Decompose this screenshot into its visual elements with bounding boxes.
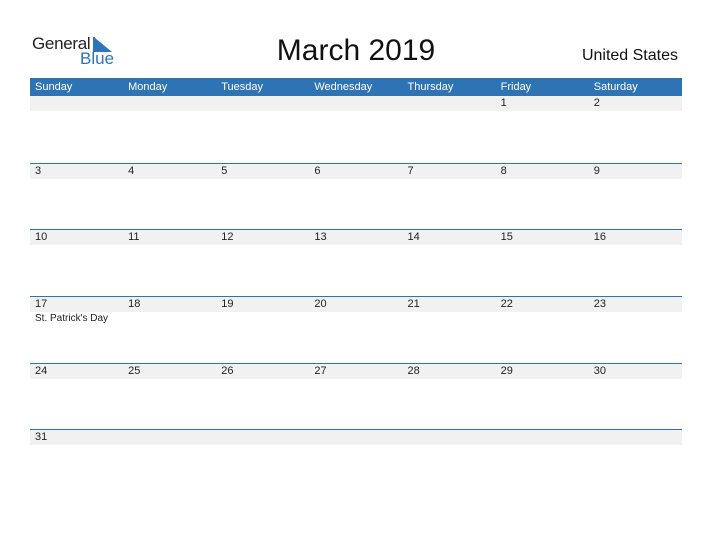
weekday-friday: Friday [500,81,532,93]
day-cell: 11 [128,231,140,244]
day-cell: 29 [500,364,513,377]
day-cell: 9 [593,164,600,177]
day-cell: 18 [128,298,141,311]
day-cell: 17 [35,298,48,311]
day-cell: 22 [500,298,513,311]
day-cell [403,430,496,445]
day-cell [589,430,682,445]
date-band: 10 11 12 13 14 15 16 [30,230,682,246]
day-cell: 1 [500,97,507,109]
weekday-saturday: Saturday [593,81,638,93]
day-cell: 5 [221,164,228,177]
week-row: 10 11 12 13 14 15 16 [30,229,682,296]
week-row: 31 [30,429,682,496]
date-band: 31 [30,430,682,446]
weekday-thursday: Thursday [407,81,454,93]
weekday-tuesday: Tuesday [221,81,264,93]
weekday-wednesday: Wednesday [314,81,373,93]
day-cell: 19 [221,298,234,311]
week-row: 24 25 26 27 28 29 30 [30,362,682,430]
weekday-monday: Monday [128,81,168,93]
week-row: 17 18 19 20 21 22 23 St. Patrick's Day [30,296,682,363]
day-cell [309,430,402,445]
day-cell: 6 [314,164,321,177]
holiday-label: St. Patrick's Day [35,313,109,325]
day-cell: 10 [35,231,48,244]
date-band: 24 25 26 27 28 29 30 [30,363,682,379]
day-cell [309,96,402,111]
day-cell: 7 [407,164,414,177]
day-cell: 25 [128,364,141,377]
day-cell: 24 [35,364,48,377]
day-cell: 3 [35,164,42,177]
weekday-sunday: Sunday [35,81,73,93]
day-cell: 15 [500,231,513,244]
country-label: United States [581,47,678,64]
day-cell: 8 [500,164,507,177]
day-cell: 12 [221,231,234,244]
date-band: 17 18 19 20 21 22 23 [30,297,682,313]
day-cell [123,96,216,111]
date-band: 12 [30,96,682,111]
day-cell: 28 [407,364,420,377]
week-row: 12 [30,96,682,163]
day-cell: 20 [314,298,327,311]
day-cell: 16 [593,231,606,244]
date-band: 3 4 5 6 7 8 9 [30,163,682,179]
day-cell [216,430,309,445]
day-cell [123,430,216,445]
day-cell: 23 [593,298,606,311]
weekday-header: Sunday Monday Tuesday Wednesday Thursday… [30,78,682,96]
day-cell [403,96,496,111]
day-cell [30,96,123,111]
day-cell [496,430,589,445]
day-cell [216,96,309,111]
day-cell: 21 [407,298,420,311]
day-cell: 4 [128,164,135,177]
week-row: 3 4 5 6 7 8 9 [30,162,682,230]
day-cell: 31 [35,431,48,444]
day-cell: 13 [314,231,327,244]
day-cell: 30 [593,364,606,377]
day-cell: 26 [221,364,234,377]
day-cell: 2 [593,97,600,109]
day-cell: 27 [314,364,327,377]
day-cell: 14 [407,231,420,244]
calendar-grid: Sunday Monday Tuesday Wednesday Thursday… [30,78,682,496]
